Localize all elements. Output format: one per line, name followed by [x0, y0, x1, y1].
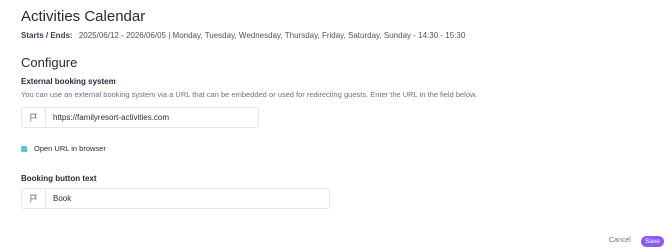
schedule-info: Starts / Ends: 2025/06/12 - 2026/06/05 |…: [21, 31, 465, 40]
open-in-browser-checkbox[interactable]: [21, 145, 27, 152]
booking-button-text-field[interactable]: Book: [21, 188, 330, 209]
external-url-field[interactable]: https://familyresort-activities.com: [21, 107, 259, 128]
open-in-browser-option[interactable]: Open URL in browser: [21, 144, 106, 153]
flag-icon: [22, 189, 46, 208]
booking-button-text-input[interactable]: Book: [46, 189, 329, 208]
external-booking-label: External booking system: [21, 77, 116, 86]
page-title: Activities Calendar: [21, 8, 146, 25]
cancel-button[interactable]: Cancel: [609, 236, 631, 246]
schedule-label: Starts / Ends:: [21, 31, 73, 40]
save-button[interactable]: Save: [641, 236, 664, 247]
external-url-input[interactable]: https://familyresort-activities.com: [46, 108, 258, 127]
external-booking-help: You can use an external booking system v…: [21, 90, 478, 99]
section-title-configure: Configure: [21, 55, 78, 70]
schedule-value: 2025/06/12 - 2026/06/05 | Monday, Tuesda…: [78, 31, 466, 40]
flag-icon: [22, 108, 46, 127]
booking-button-text-label: Booking button text: [21, 174, 97, 183]
open-in-browser-label: Open URL in browser: [34, 144, 106, 153]
